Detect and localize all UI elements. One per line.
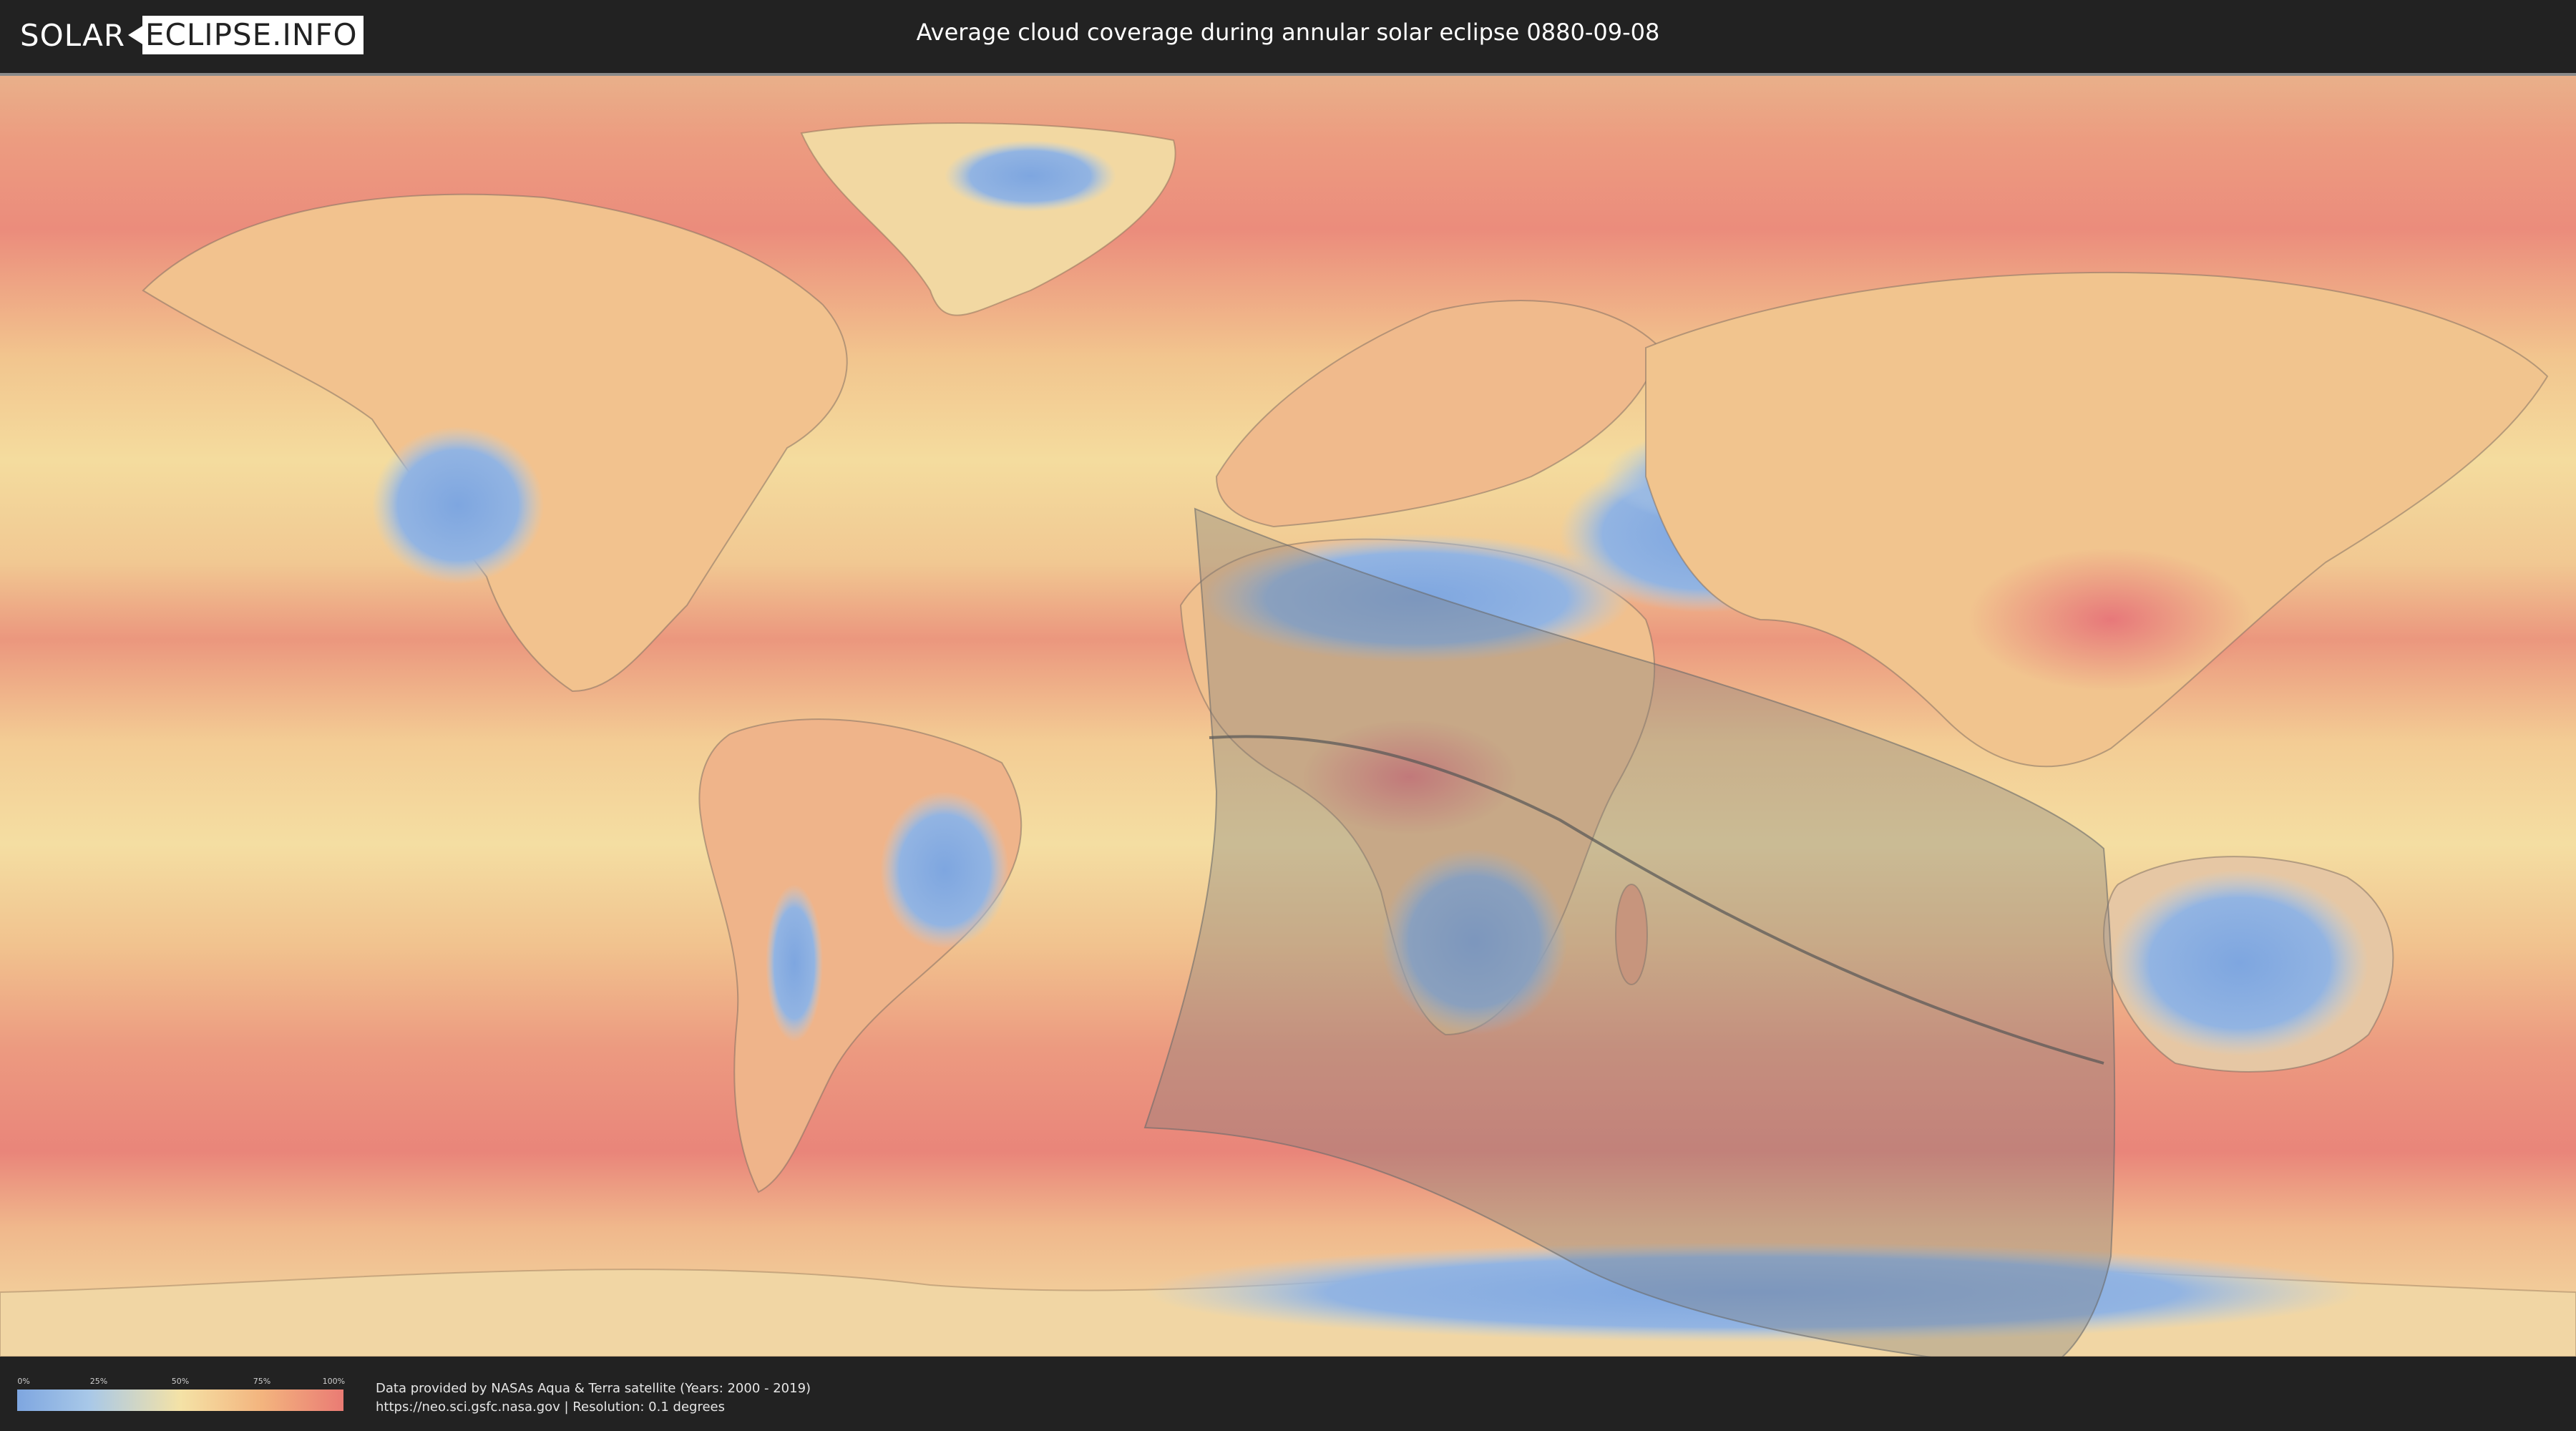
north-america-clear-zone: [372, 426, 544, 584]
brazil-clear-zone: [880, 791, 1009, 949]
legend-tick-100: 100%: [322, 1377, 346, 1386]
legend-color-scale: [17, 1390, 343, 1411]
legend-tick-0: 0%: [17, 1377, 30, 1386]
cloud-coverage-legend: 0% 25% 50% 75% 100%: [17, 1377, 346, 1411]
credits-line-url[interactable]: https://neo.sci.gsfc.nasa.gov | Resoluti…: [376, 1398, 811, 1417]
legend-tick-75: 75%: [253, 1377, 271, 1386]
app-root: SOLAR ECLIPSE.INFO Average cloud coverag…: [0, 0, 2576, 1431]
greenland-clear-zone: [945, 140, 1116, 212]
cloud-coverage-map[interactable]: [0, 73, 2576, 1357]
south-china-cloudy-zone: [1968, 548, 2254, 691]
credits-line-source: Data provided by NASAs Aqua & Terra sate…: [376, 1381, 811, 1396]
world-map-svg: [0, 76, 2576, 1357]
andes-clear-zone: [766, 884, 823, 1042]
footer: 0% 25% 50% 75% 100% Data provided by NAS…: [0, 1358, 2576, 1431]
australia-clear-zone: [2111, 870, 2368, 1056]
legend-tick-25: 25%: [89, 1377, 108, 1386]
legend-ticks: 0% 25% 50% 75% 100%: [17, 1377, 346, 1390]
legend-tick-50: 50%: [171, 1377, 190, 1386]
data-credits: Data provided by NASAs Aqua & Terra sate…: [376, 1379, 811, 1417]
page-title: Average cloud coverage during annular so…: [916, 19, 1660, 46]
header: SOLAR ECLIPSE.INFO Average cloud coverag…: [0, 0, 2576, 72]
